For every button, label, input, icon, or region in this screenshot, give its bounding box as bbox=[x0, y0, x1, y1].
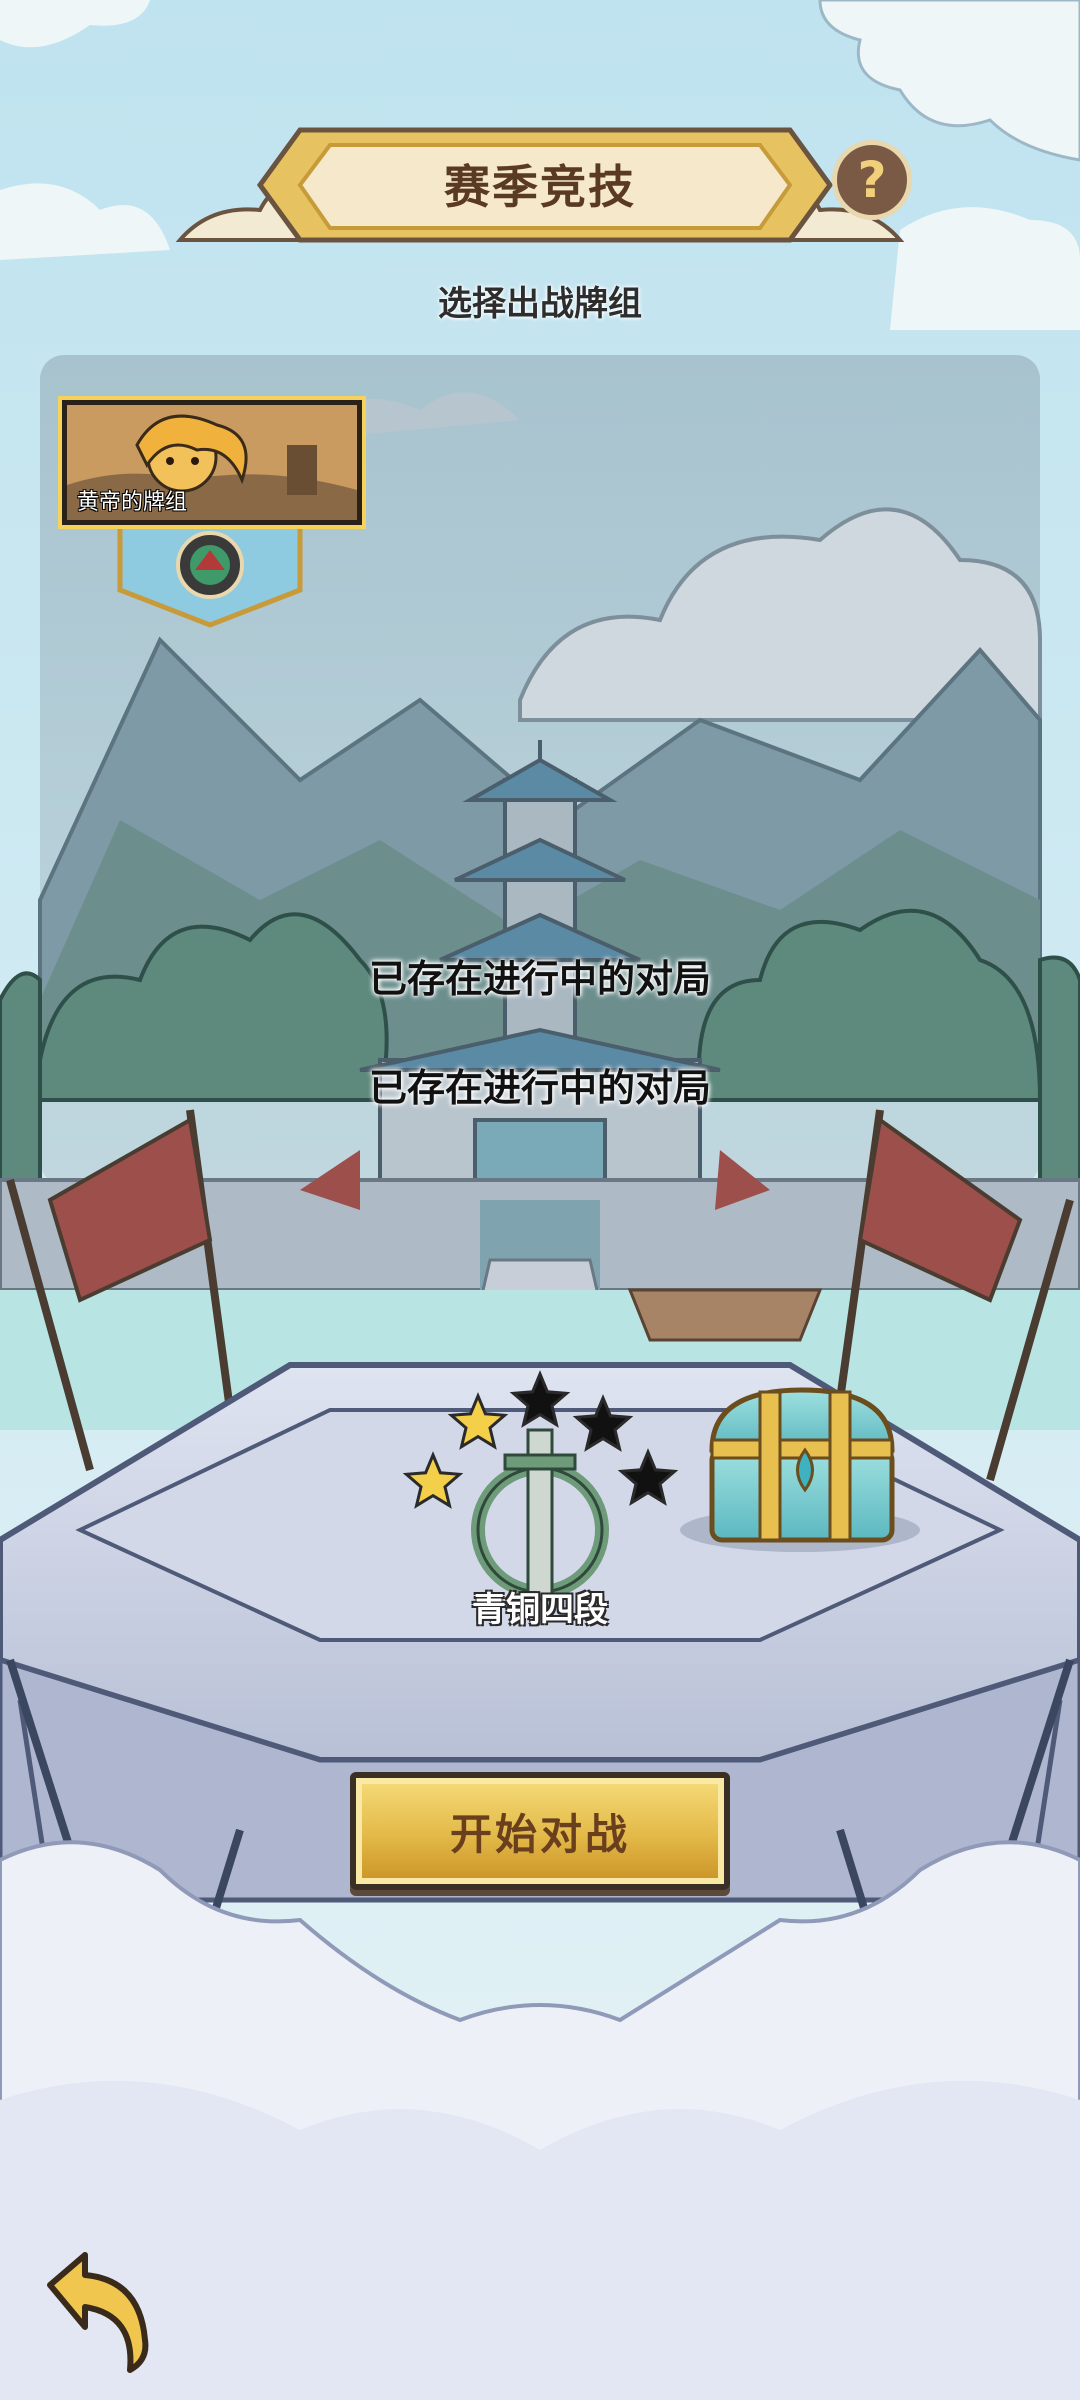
select-deck-prompt: 选择出战牌组 bbox=[438, 284, 642, 324]
faction-emblem-icon bbox=[178, 533, 242, 597]
deck-name: 黄帝的牌组 bbox=[77, 490, 188, 515]
rank-label: 青铜四段 bbox=[472, 1590, 608, 1630]
treasure-chest-icon[interactable] bbox=[705, 1385, 900, 1550]
back-button[interactable] bbox=[30, 2245, 160, 2375]
message-ongoing-match: 已存在进行中的对局 bbox=[368, 1066, 711, 1110]
page-title: 赛季竞技 bbox=[444, 160, 636, 214]
help-button[interactable]: ? bbox=[832, 140, 912, 220]
start-battle-button[interactable]: 开始对战 bbox=[350, 1772, 730, 1890]
start-battle-label: 开始对战 bbox=[449, 1809, 630, 1859]
battle-arena-background bbox=[0, 0, 1080, 2400]
title-banner: 赛季竞技 bbox=[320, 125, 760, 243]
message-ongoing-match: 已存在进行中的对局 bbox=[368, 957, 711, 1001]
question-icon: ? bbox=[857, 151, 887, 209]
back-arrow-icon bbox=[47, 2252, 149, 2373]
bronze-sword-rank-icon bbox=[470, 1430, 610, 1600]
deck-portrait: 黄帝的牌组 bbox=[58, 396, 366, 529]
